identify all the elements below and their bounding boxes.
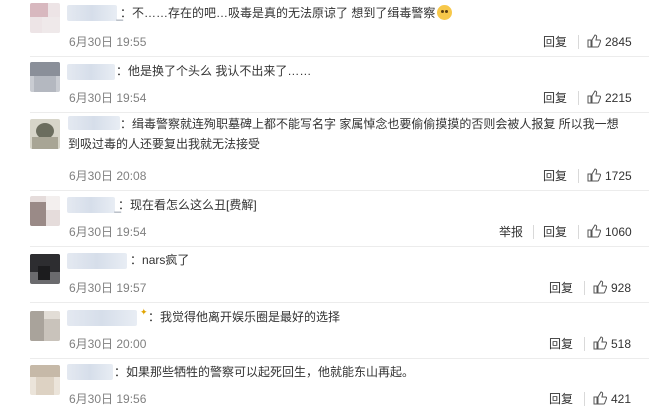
thumbs-up-icon[interactable] bbox=[593, 336, 607, 350]
divider bbox=[30, 112, 649, 113]
separator bbox=[578, 225, 579, 239]
username[interactable] bbox=[68, 116, 120, 130]
comment-body: nars疯了 bbox=[142, 253, 190, 267]
thumbs-up-icon[interactable] bbox=[587, 34, 601, 48]
separator bbox=[578, 35, 579, 49]
avatar[interactable] bbox=[30, 119, 60, 149]
separator bbox=[584, 281, 585, 295]
comment-time: 6月30日 20:00 bbox=[69, 337, 147, 351]
like-count: 2845 bbox=[605, 35, 632, 49]
separator bbox=[578, 91, 579, 105]
like-count: 421 bbox=[611, 392, 632, 406]
report-button[interactable]: 举报 bbox=[499, 225, 523, 239]
username[interactable] bbox=[67, 253, 127, 269]
comment-time: 6月30日 19:55 bbox=[69, 35, 147, 49]
username[interactable] bbox=[67, 310, 137, 326]
avatar[interactable] bbox=[30, 62, 60, 92]
separator bbox=[584, 337, 585, 351]
comment-time: 6月30日 19:54 bbox=[69, 225, 147, 239]
smile-emoji-icon bbox=[437, 5, 453, 20]
comment-text: ：他是换了个头么 我认不出来了…… bbox=[116, 64, 312, 78]
like-count: 1725 bbox=[605, 169, 632, 183]
reply-button[interactable]: 回复 bbox=[543, 35, 567, 49]
comment-body: 他是换了个头么 我认不出来了…… bbox=[128, 64, 312, 78]
comment-body: 我觉得他离开娱乐圈是最好的选择 bbox=[160, 310, 341, 324]
comment-text: ：不……存在的吧…吸毒是真的无法原谅了 想到了缉毒警察 bbox=[120, 3, 629, 23]
username[interactable] bbox=[67, 64, 115, 80]
divider bbox=[30, 246, 649, 247]
reply-button[interactable]: 回复 bbox=[549, 392, 573, 406]
comment-text: ：如果那些牺牲的警察可以起死回生，他就能东山再起。 bbox=[114, 365, 415, 379]
comment-time: 6月30日 19:54 bbox=[69, 91, 147, 105]
avatar[interactable] bbox=[30, 254, 60, 284]
like-count: 518 bbox=[611, 337, 632, 351]
thumbs-up-icon[interactable] bbox=[587, 168, 601, 182]
comment-text: ：nars疯了 bbox=[130, 253, 190, 267]
username[interactable]: _ bbox=[67, 5, 123, 21]
separator bbox=[578, 169, 579, 183]
avatar[interactable] bbox=[30, 3, 60, 33]
comment-body: 现在看怎么这么丑[费解] bbox=[130, 198, 257, 212]
thumbs-up-icon[interactable] bbox=[587, 224, 601, 238]
thumbs-up-icon[interactable] bbox=[593, 280, 607, 294]
username[interactable]: _ bbox=[67, 197, 121, 213]
like-count: 928 bbox=[611, 281, 632, 295]
avatar[interactable] bbox=[30, 311, 60, 341]
reply-button[interactable]: 回复 bbox=[543, 91, 567, 105]
comment-body: 缉毒警察就连殉职墓碑上都不能写名字 家属悼念也要偷偷摸摸的否则会被人报复 所以我… bbox=[68, 117, 619, 151]
divider bbox=[30, 358, 649, 359]
avatar[interactable] bbox=[30, 196, 60, 226]
like-count: 1060 bbox=[605, 225, 632, 239]
comment-text: ：现在看怎么这么丑[费解] bbox=[118, 198, 257, 212]
badge-icon: ✦ bbox=[140, 307, 148, 317]
reply-button[interactable]: 回复 bbox=[549, 281, 573, 295]
reply-button[interactable]: 回复 bbox=[549, 337, 573, 351]
like-count: 2215 bbox=[605, 91, 632, 105]
avatar[interactable] bbox=[30, 365, 60, 395]
comment-text: ：缉毒警察就连殉职墓碑上都不能写名字 家属悼念也要偷偷摸摸的否则会被人报复 所以… bbox=[68, 116, 619, 151]
thumbs-up-icon[interactable] bbox=[587, 90, 601, 104]
separator bbox=[584, 392, 585, 406]
comment-time: 6月30日 20:08 bbox=[69, 169, 147, 183]
divider bbox=[30, 56, 649, 57]
thumbs-up-icon[interactable] bbox=[593, 391, 607, 405]
comment-body: 不……存在的吧…吸毒是真的无法原谅了 想到了缉毒警察 bbox=[132, 6, 436, 20]
username[interactable] bbox=[67, 364, 113, 380]
comment-time: 6月30日 19:56 bbox=[69, 392, 147, 406]
comment-body: 如果那些牺牲的警察可以起死回生，他就能东山再起。 bbox=[126, 365, 415, 379]
comment-text: ：我觉得他离开娱乐圈是最好的选择 bbox=[148, 310, 341, 324]
reply-button[interactable]: 回复 bbox=[543, 225, 567, 239]
divider bbox=[30, 302, 649, 303]
separator bbox=[533, 225, 534, 239]
comment-time: 6月30日 19:57 bbox=[69, 281, 147, 295]
divider bbox=[30, 190, 649, 191]
reply-button[interactable]: 回复 bbox=[543, 169, 567, 183]
